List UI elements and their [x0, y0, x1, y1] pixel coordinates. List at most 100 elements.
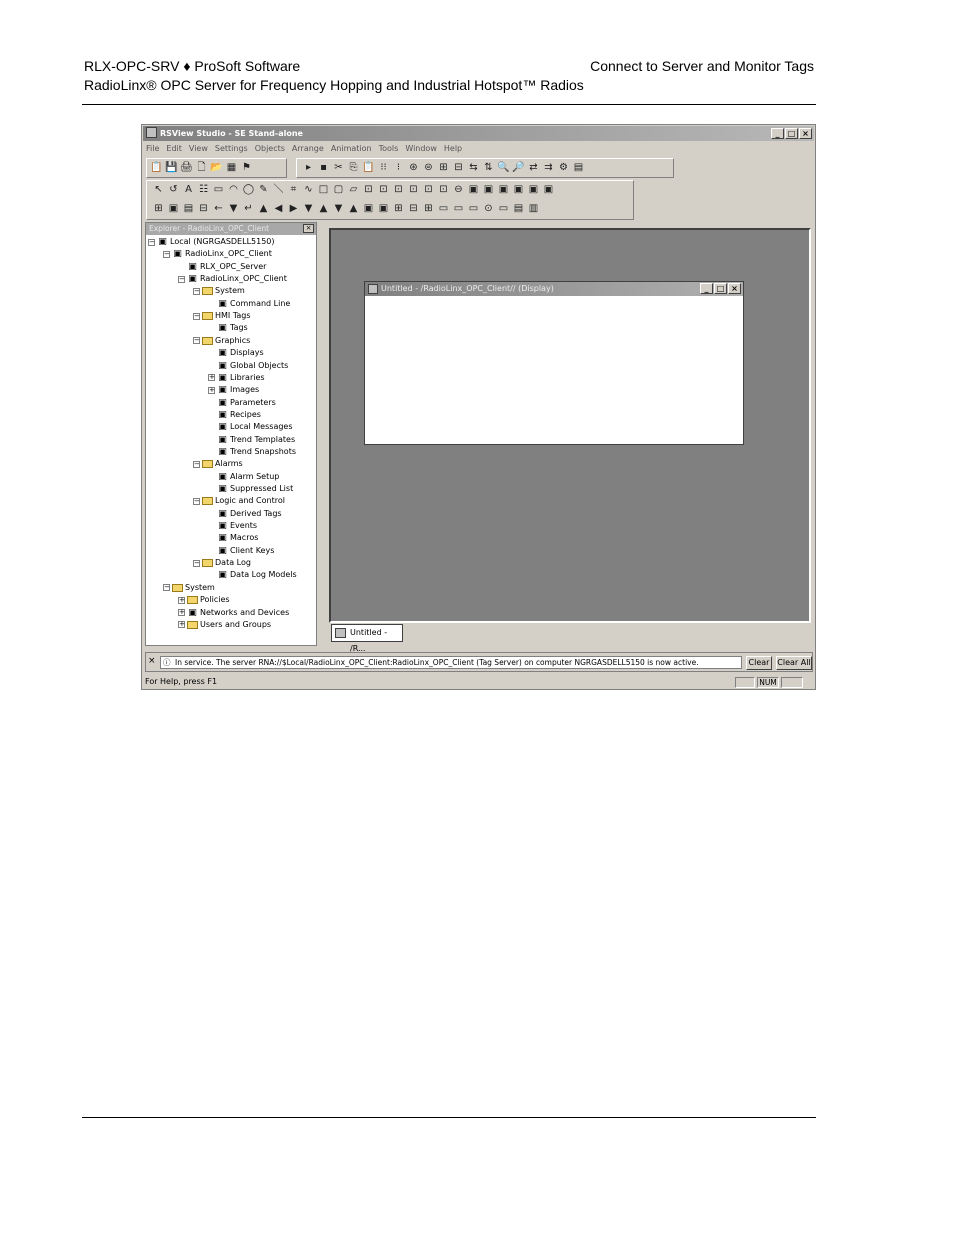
toolbar2-tool-icon-3[interactable]: ⎘	[347, 161, 360, 174]
tree-node[interactable]: ▣ Data Log Models	[208, 569, 296, 581]
tree-node[interactable]: ▣ Suppressed List	[208, 483, 293, 495]
toolbar2-tool-icon-13[interactable]: 🔍	[497, 161, 510, 174]
toolbar3-tool-icon-9[interactable]: ⌗	[287, 183, 300, 196]
expand-icon[interactable]: +	[208, 374, 215, 382]
collapse-icon[interactable]: −	[193, 497, 200, 505]
toolbar3-tool-icon-18[interactable]: ⊡	[422, 183, 435, 196]
tree-node[interactable]: − HMI Tags	[193, 310, 251, 322]
collapse-icon[interactable]: −	[163, 584, 170, 592]
tree-node[interactable]: + Users and Groups	[178, 619, 271, 631]
toolbar2-tool-icon-10[interactable]: ⊟	[452, 161, 465, 174]
tree-node[interactable]: ▣ Parameters	[208, 397, 276, 409]
toolbar3-tool-icon-1[interactable]: ↺	[167, 183, 180, 196]
tree-node[interactable]: ▣ Client Keys	[208, 545, 274, 557]
close-button[interactable]: ×	[799, 128, 812, 139]
toolbar4-tool-icon-10[interactable]: ▼	[302, 202, 315, 215]
toolbar3-tool-icon-23[interactable]: ▣	[497, 183, 510, 196]
toolbar3-tool-icon-24[interactable]: ▣	[512, 183, 525, 196]
display-maximize-button[interactable]: □	[714, 283, 727, 294]
clear-all-button[interactable]: Clear All	[776, 656, 812, 670]
display-close-button[interactable]: ×	[728, 283, 741, 294]
collapse-icon[interactable]: −	[163, 250, 170, 258]
tree-node[interactable]: − System	[163, 582, 215, 594]
minimize-button[interactable]: _	[771, 128, 784, 139]
tree-node[interactable]: ▣ Displays	[208, 347, 263, 359]
toolbar2-tool-icon-9[interactable]: ⊞	[437, 161, 450, 174]
toolbar1-tool-icon-1[interactable]: 💾	[165, 161, 178, 174]
toolbar2-tool-icon-1[interactable]: ▪	[317, 161, 330, 174]
toolbar4-tool-icon-9[interactable]: ▶	[287, 202, 300, 215]
collapse-icon[interactable]: −	[193, 312, 200, 320]
menu-item-file[interactable]: File	[146, 142, 159, 155]
toolbar3-tool-icon-8[interactable]: ＼	[272, 183, 285, 196]
tree-node[interactable]: ▣ Command Line	[208, 298, 290, 310]
toolbar4-tool-icon-20[interactable]: ▭	[452, 202, 465, 215]
toolbar3-tool-icon-22[interactable]: ▣	[482, 183, 495, 196]
toolbar1-tool-icon-0[interactable]: 📋	[150, 161, 163, 174]
toolbar4-tool-icon-8[interactable]: ◀	[272, 202, 285, 215]
toolbar2-tool-icon-2[interactable]: ✂	[332, 161, 345, 174]
menu-item-animation[interactable]: Animation	[331, 142, 372, 155]
toolbar4-tool-icon-13[interactable]: ▲	[347, 202, 360, 215]
toolbar4-tool-icon-24[interactable]: ▤	[512, 202, 525, 215]
toolbar3-tool-icon-4[interactable]: ▭	[212, 183, 225, 196]
toolbar3-tool-icon-3[interactable]: ☷	[197, 183, 210, 196]
collapse-icon[interactable]: −	[148, 238, 155, 246]
tree-node[interactable]: − ▣ RadioLinx_OPC_Client	[178, 273, 287, 285]
explorer-close-icon[interactable]: ×	[303, 224, 314, 233]
toolbar4-tool-icon-23[interactable]: ▭	[497, 202, 510, 215]
toolbar4-tool-icon-19[interactable]: ▭	[437, 202, 450, 215]
toolbar4-tool-icon-16[interactable]: ⊞	[392, 202, 405, 215]
toolbar1-tool-icon-3[interactable]: 🗋	[195, 161, 208, 174]
toolbar4-tool-icon-6[interactable]: ↵	[242, 202, 255, 215]
tree-node[interactable]: + ▣ Images	[208, 384, 259, 396]
menu-item-settings[interactable]: Settings	[215, 142, 248, 155]
display-minimize-button[interactable]: _	[700, 283, 713, 294]
toolbar2-tool-icon-11[interactable]: ⇆	[467, 161, 480, 174]
collapse-icon[interactable]: −	[193, 559, 200, 567]
toolbar3-tool-icon-15[interactable]: ⊡	[377, 183, 390, 196]
tree-node[interactable]: ▣ Derived Tags	[208, 508, 281, 520]
toolbar4-tool-icon-21[interactable]: ▭	[467, 202, 480, 215]
toolbar2-tool-icon-17[interactable]: ⚙	[557, 161, 570, 174]
collapse-icon[interactable]: −	[193, 337, 200, 345]
toolbar2-tool-icon-12[interactable]: ⇅	[482, 161, 495, 174]
toolbar4-tool-icon-14[interactable]: ▣	[362, 202, 375, 215]
toolbar4-tool-icon-15[interactable]: ▣	[377, 202, 390, 215]
tree-node[interactable]: ▣ Tags	[208, 322, 247, 334]
toolbar4-tool-icon-25[interactable]: ▥	[527, 202, 540, 215]
toolbar3-tool-icon-20[interactable]: ⊖	[452, 183, 465, 196]
tree-node[interactable]: − Data Log	[193, 557, 251, 569]
toolbar4-tool-icon-5[interactable]: ▼	[227, 202, 240, 215]
tree-node[interactable]: + Policies	[178, 594, 230, 606]
toolbar4-tool-icon-22[interactable]: ⊙	[482, 202, 495, 215]
menu-item-tools[interactable]: Tools	[379, 142, 399, 155]
toolbar3-tool-icon-7[interactable]: ✎	[257, 183, 270, 196]
clear-button[interactable]: Clear	[746, 656, 772, 670]
toolbar3-tool-icon-14[interactable]: ⊡	[362, 183, 375, 196]
toolbar3-tool-icon-2[interactable]: A	[182, 183, 195, 196]
menu-item-window[interactable]: Window	[405, 142, 437, 155]
toolbar3-tool-icon-16[interactable]: ⊡	[392, 183, 405, 196]
tree-node[interactable]: − ▣ Local (NGRGASDELL5150)	[148, 236, 275, 248]
toolbar3-tool-icon-26[interactable]: ▣	[542, 183, 555, 196]
tree-node[interactable]: + ▣ Libraries	[208, 372, 265, 384]
toolbar3-tool-icon-6[interactable]: ◯	[242, 183, 255, 196]
toolbar2-tool-icon-6[interactable]: ⁝	[392, 161, 405, 174]
toolbar1-tool-icon-5[interactable]: ▦	[225, 161, 238, 174]
tree-node[interactable]: ▣ Events	[208, 520, 257, 532]
toolbar1-tool-icon-2[interactable]: 🖨	[180, 161, 193, 174]
workspace-tab[interactable]: Untitled - /R...	[331, 624, 403, 653]
maximize-button[interactable]: □	[785, 128, 798, 139]
tree-node[interactable]: ▣ Recipes	[208, 409, 261, 421]
collapse-icon[interactable]: −	[193, 287, 200, 295]
toolbar4-tool-icon-12[interactable]: ▼	[332, 202, 345, 215]
toolbar3-tool-icon-13[interactable]: ▱	[347, 183, 360, 196]
toolbar3-tool-icon-25[interactable]: ▣	[527, 183, 540, 196]
diagnostics-close-icon[interactable]: ×	[148, 656, 156, 666]
toolbar2-tool-icon-15[interactable]: ⇄	[527, 161, 540, 174]
collapse-icon[interactable]: −	[193, 460, 200, 468]
toolbar2-tool-icon-16[interactable]: ⇉	[542, 161, 555, 174]
toolbar3-tool-icon-21[interactable]: ▣	[467, 183, 480, 196]
toolbar3-tool-icon-11[interactable]: □	[317, 183, 330, 196]
